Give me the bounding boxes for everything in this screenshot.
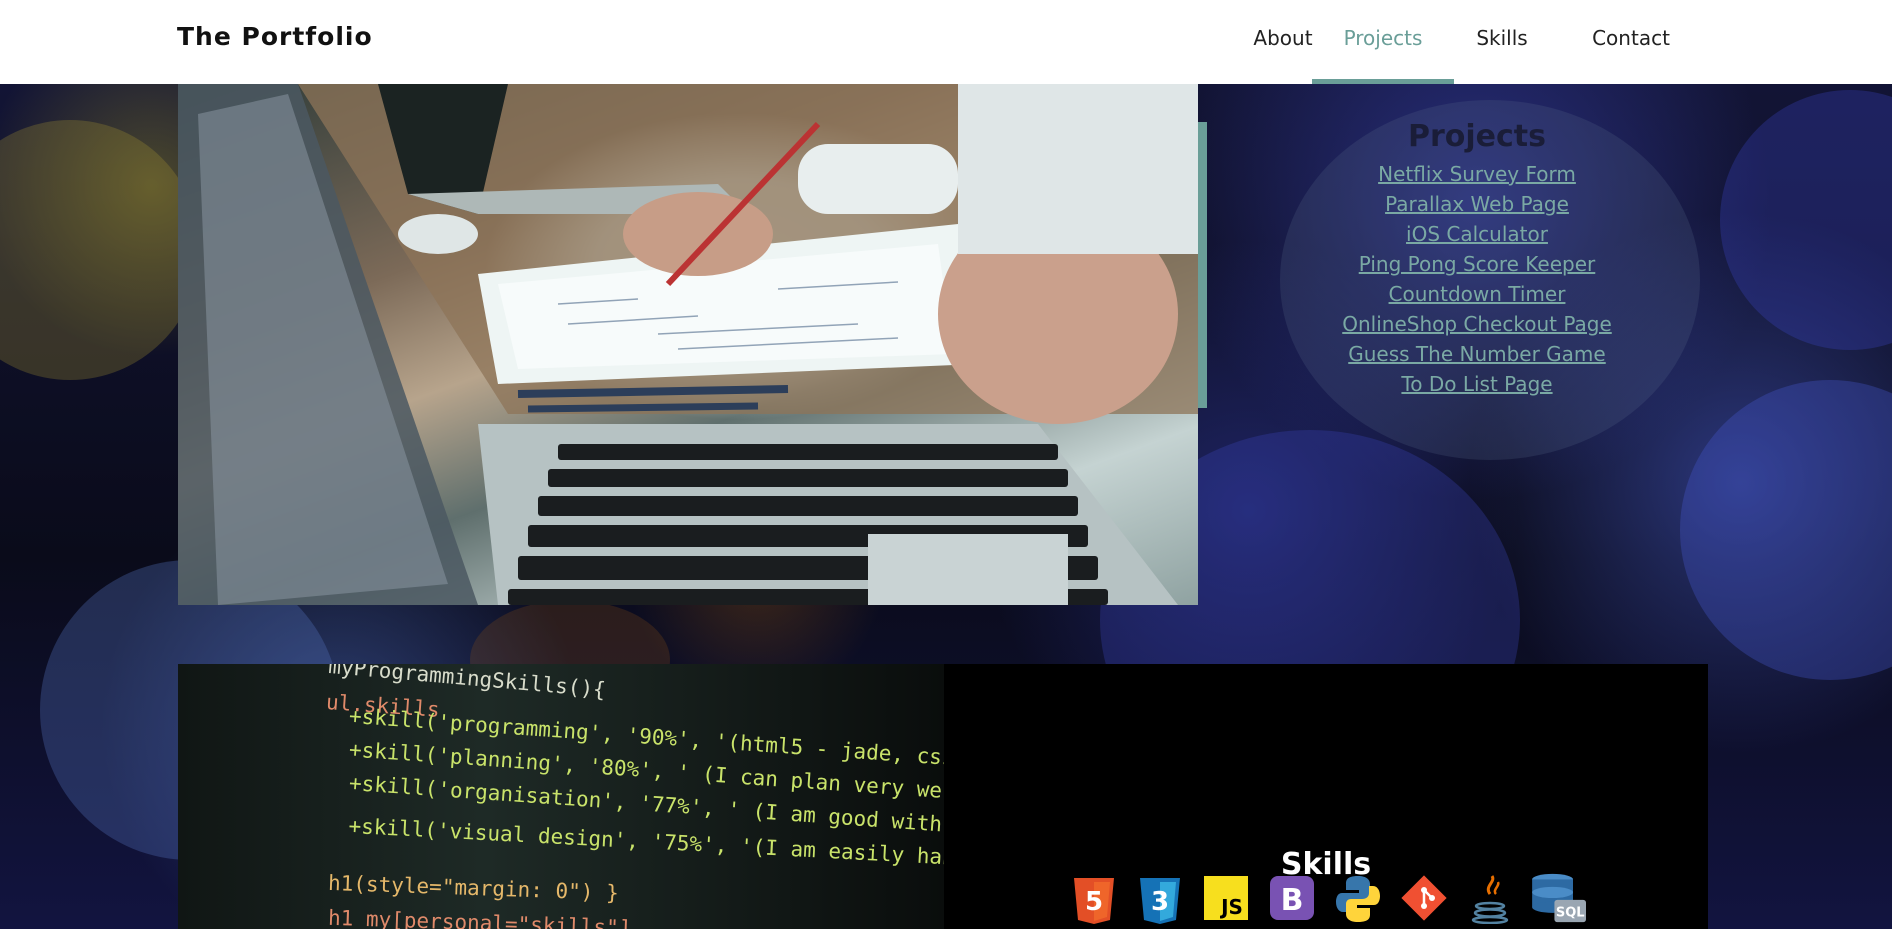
code-photo: myProgrammingSkills(){ ul.skills +skill(… — [178, 664, 944, 929]
project-link-guess-the-number-game[interactable]: Guess The Number Game — [1207, 339, 1747, 369]
svg-text:SQL: SQL — [1556, 906, 1585, 921]
git-icon — [1401, 875, 1447, 921]
svg-text:5: 5 — [1085, 887, 1103, 917]
skills-panel: Skills 5 3 JS B SQL — [944, 664, 1708, 929]
laptops-photo-illustration — [178, 84, 1198, 605]
bokeh-circle — [1680, 380, 1892, 680]
projects-panel: Projects Netflix Survey Form Parallax We… — [1207, 117, 1747, 399]
project-link-countdown-timer[interactable]: Countdown Timer — [1207, 279, 1747, 309]
navbar: The Portfolio About Projects Skills Cont… — [0, 0, 1892, 84]
projects-heading: Projects — [1407, 119, 1546, 154]
python-icon — [1336, 876, 1380, 922]
project-link-ping-pong-score-keeper[interactable]: Ping Pong Score Keeper — [1207, 249, 1747, 279]
skills-heading: Skills — [1280, 846, 1372, 882]
sql-icon: SQL — [1532, 873, 1586, 923]
nav-item-contact[interactable]: Contact — [1572, 0, 1690, 84]
project-link-onlineshop-checkout-page[interactable]: OnlineShop Checkout Page — [1207, 309, 1747, 339]
code-line: h1 my[personal="skills"] — [327, 905, 632, 929]
project-link-netflix-survey-form[interactable]: Netflix Survey Form — [1207, 159, 1747, 189]
bokeh-circle — [0, 120, 200, 380]
nav-item-projects[interactable]: Projects — [1312, 0, 1454, 84]
accent-bar — [1198, 122, 1207, 408]
svg-text:3: 3 — [1151, 887, 1169, 917]
bootstrap-icon: B — [1270, 876, 1314, 920]
javascript-icon: JS — [1204, 876, 1248, 920]
html5-icon: 5 — [1074, 878, 1114, 924]
code-line: h1(style="margin: 0") } — [327, 870, 620, 906]
css3-icon: 3 — [1140, 878, 1180, 924]
svg-text:B: B — [1281, 883, 1304, 918]
java-icon — [1471, 875, 1509, 924]
project-link-to-do-list-page[interactable]: To Do List Page — [1207, 369, 1747, 399]
project-link-parallax-web-page[interactable]: Parallax Web Page — [1207, 189, 1747, 219]
laptops-photo — [178, 84, 1198, 605]
project-link-ios-calculator[interactable]: iOS Calculator — [1207, 219, 1747, 249]
svg-text:JS: JS — [1219, 895, 1243, 919]
brand-logo[interactable]: The Portfolio — [177, 22, 373, 51]
nav-item-skills[interactable]: Skills — [1452, 0, 1552, 84]
